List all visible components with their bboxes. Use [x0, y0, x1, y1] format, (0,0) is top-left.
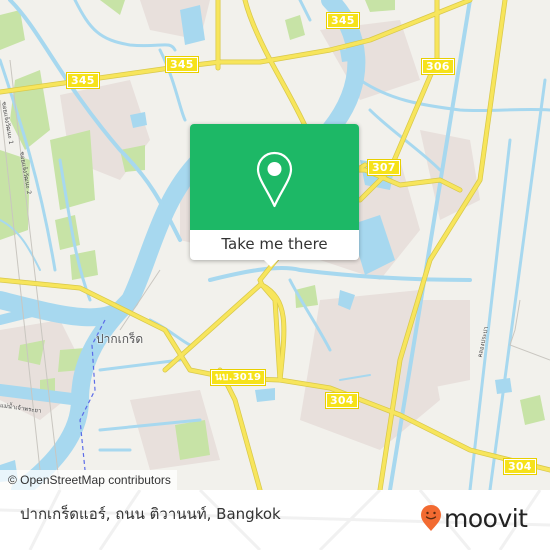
- route-shield-304: 304: [503, 458, 537, 475]
- route-shield-345: 345: [66, 72, 100, 89]
- location-popup: Take me there: [190, 124, 359, 267]
- map-attribution[interactable]: © OpenStreetMap contributors: [0, 470, 177, 490]
- route-shield-307: 307: [367, 159, 401, 176]
- footer: ปากเกร็ดแอร์, ถนน ติวานนท์, Bangkok moov…: [0, 490, 550, 550]
- popup-pointer: [263, 259, 279, 267]
- route-shield-3019: นบ.3019: [209, 369, 267, 386]
- moovit-wordmark: moovit: [444, 503, 528, 533]
- moovit-logo[interactable]: moovit: [420, 503, 528, 533]
- popup-header: [190, 124, 359, 230]
- place-label-pakkret: ปากเกร็ด: [96, 332, 144, 346]
- moovit-smiley-pin-icon: [421, 505, 441, 531]
- address-text: ปากเกร็ดแอร์, ถนน ติวานนท์, Bangkok: [20, 505, 281, 523]
- route-shield-345: 345: [326, 12, 360, 29]
- location-pin-icon: [256, 151, 293, 208]
- map-view[interactable]: 345 345 345 306 307 นบ.3019 304 304 ปากเ…: [0, 0, 550, 490]
- take-me-there-button[interactable]: Take me there: [190, 230, 359, 260]
- route-shield-304: 304: [325, 392, 359, 409]
- route-shield-345: 345: [165, 56, 199, 73]
- route-shield-306: 306: [421, 58, 455, 75]
